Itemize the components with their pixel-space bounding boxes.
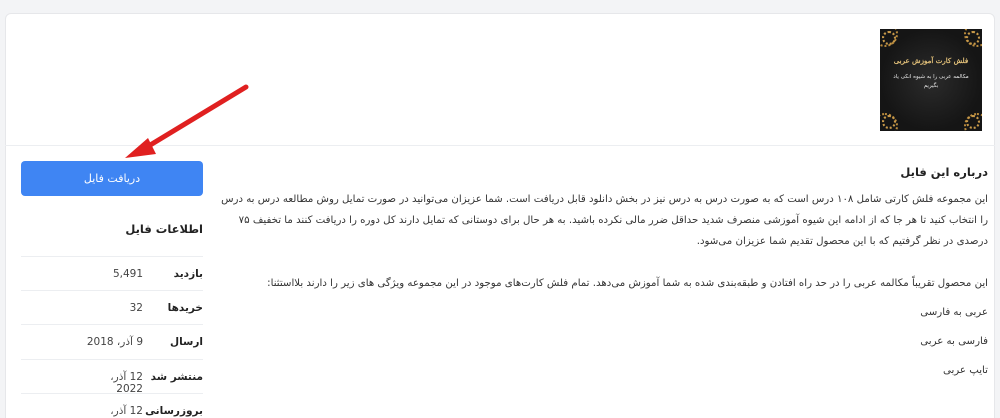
ornament-icon bbox=[966, 31, 980, 45]
feature-item: تایپ عربی bbox=[942, 365, 988, 376]
info-row-submitted: ارسال 9 آذر، 2018 bbox=[21, 325, 203, 360]
ornament-icon bbox=[966, 115, 980, 129]
product-thumbnail[interactable]: فلش کارت آموزش عربی مکالمه عربی را به شی… bbox=[880, 29, 982, 131]
thumbnail-subtitle: مکالمه عربی را به شیوه انکی یاد بگیریم bbox=[893, 74, 969, 89]
thumbnail-title: فلش کارت آموزش عربی bbox=[893, 56, 969, 65]
info-label: بازدید bbox=[173, 268, 203, 280]
file-info-title: اطلاعات فایل bbox=[125, 222, 203, 236]
info-value: 5,491 bbox=[112, 268, 143, 280]
red-arrow-icon bbox=[125, 84, 249, 158]
about-content: این مجموعه فلش کارتی شامل ۱۰۸ درس است که… bbox=[218, 189, 988, 389]
about-paragraph: این مجموعه فلش کارتی شامل ۱۰۸ درس است که… bbox=[221, 194, 988, 247]
info-value: 9 آذر، 2018 bbox=[86, 336, 143, 348]
feature-item: عربی به فارسی bbox=[920, 307, 988, 318]
feature-item: فارسی به عربی bbox=[920, 336, 988, 347]
ornament-icon bbox=[882, 115, 896, 129]
ornament-icon bbox=[882, 31, 896, 45]
info-row-updated: بروزرسانی 12 آذر، 2022 bbox=[21, 394, 203, 418]
about-title: درباره این فایل bbox=[900, 165, 988, 179]
info-row-views: بازدید 5,491 bbox=[21, 256, 203, 291]
info-label: منتشر شد bbox=[150, 370, 203, 383]
info-label: ارسال bbox=[169, 336, 203, 348]
file-info-table: بازدید 5,491 خریدها 32 ارسال 9 آذر، 2018… bbox=[21, 256, 203, 418]
info-row-purchases: خریدها 32 bbox=[21, 291, 203, 325]
info-row-published: منتشر شد 12 آذر، 2022 bbox=[21, 360, 203, 395]
download-file-button[interactable]: دریافت فایل bbox=[21, 161, 203, 196]
info-value: 12 آذر، 2022 bbox=[110, 405, 143, 418]
info-label: بروزرسانی bbox=[145, 405, 203, 417]
info-value: 12 آذر، 2022 bbox=[110, 370, 143, 395]
info-label: خریدها bbox=[167, 301, 203, 314]
about-paragraph: این محصول تقریباً مکالمه عربی را در حد ر… bbox=[267, 278, 988, 289]
info-value: 32 bbox=[129, 301, 143, 314]
